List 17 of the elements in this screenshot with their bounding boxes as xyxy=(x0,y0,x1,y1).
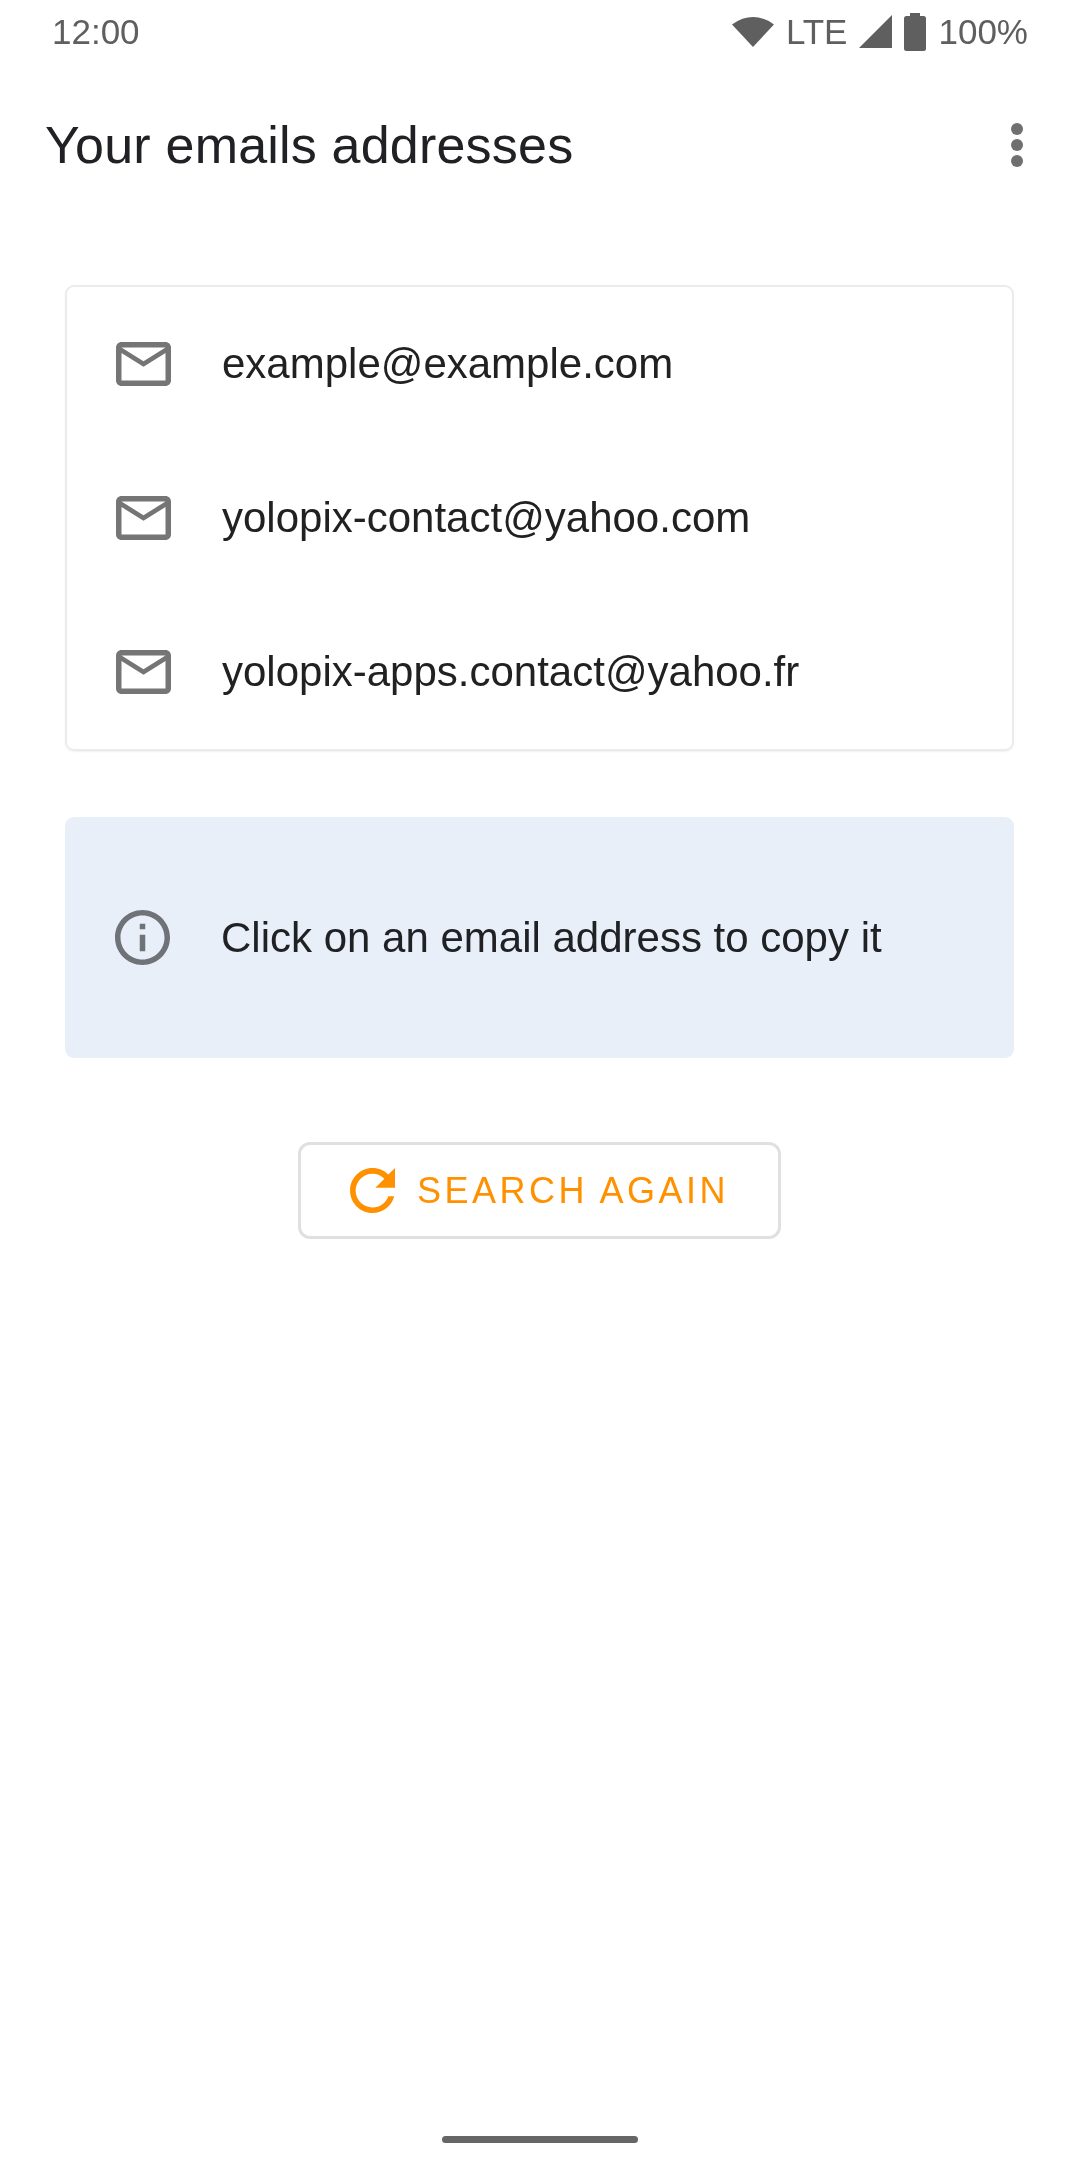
mail-icon xyxy=(116,650,171,694)
battery-level: 100% xyxy=(938,11,1028,52)
screen-title: Your emails addresses xyxy=(45,115,575,175)
info-text: Click on an email address to copy it xyxy=(221,913,882,962)
battery-icon xyxy=(904,12,927,51)
more-options-icon[interactable] xyxy=(1010,122,1024,168)
mail-icon xyxy=(116,496,171,540)
status-time: 12:00 xyxy=(52,11,140,52)
refresh-icon xyxy=(349,1168,395,1213)
mail-icon xyxy=(116,342,171,386)
email-item[interactable]: yolopix-apps.contact@yahoo.fr xyxy=(67,595,1012,749)
network-type: LTE xyxy=(785,11,848,52)
wifi-icon xyxy=(731,16,774,47)
email-item[interactable]: example@example.com xyxy=(67,287,1012,441)
info-icon xyxy=(115,910,170,965)
signal-icon xyxy=(859,15,893,48)
email-item[interactable]: yolopix-contact@yahoo.com xyxy=(67,441,1012,595)
